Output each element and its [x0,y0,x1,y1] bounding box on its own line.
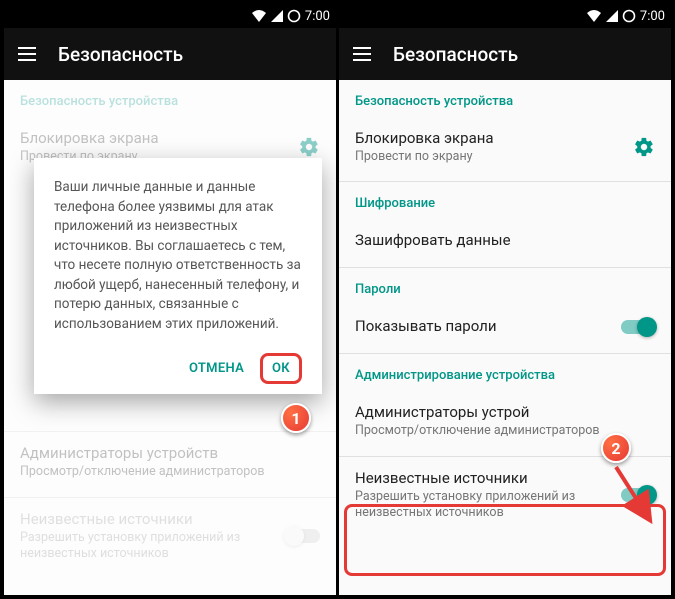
status-bar: 7:00 [339,4,671,28]
gear-icon[interactable] [633,136,655,158]
status-icons [251,9,301,23]
dialog-message: Ваши личные данные и данные телефона бол… [54,178,302,335]
show-passwords-toggle[interactable] [621,320,655,334]
left-phone-screen: 7:00 Безопасность Безопасность устройств… [4,4,336,595]
dialog-actions: ОТМЕНА ОК [54,353,302,384]
page-title: Безопасность [393,43,518,66]
status-icons [586,9,636,23]
menu-icon[interactable] [18,47,36,61]
step-badge-1: 1 [281,403,311,433]
screen-lock-sub: Провести по экрану [355,149,655,165]
section-device-security: Безопасность устройства [339,80,671,117]
section-passwords: Пароли [339,268,671,305]
encrypt-title: Зашифровать данные [355,231,655,251]
device-admins-title: Администраторы устрой [355,403,655,423]
page-title: Безопасность [58,43,183,66]
status-time: 7:00 [640,9,665,24]
app-bar: Безопасность [339,28,671,80]
section-encryption: Шифрование [339,182,671,219]
screen-lock-title: Блокировка экрана [355,129,655,149]
signal-icon [270,9,284,23]
wifi-icon [251,9,267,23]
app-bar: Безопасность [4,28,336,80]
confirmation-dialog: Ваши личные данные и данные телефона бол… [34,158,322,394]
status-bar: 7:00 [4,4,336,28]
item-screen-lock[interactable]: Блокировка экрана Провести по экрану [339,117,671,177]
ok-button[interactable]: ОК [260,353,302,384]
section-device-admin: Администрирование устройства [339,354,671,391]
right-phone-screen: 7:00 Безопасность Безопасность устройств… [339,4,671,595]
show-passwords-title: Показывать пароли [355,317,655,337]
cancel-button[interactable]: ОТМЕНА [179,353,254,384]
item-encrypt[interactable]: Зашифровать данные [339,219,671,263]
battery-icon [287,9,301,23]
battery-icon [622,9,636,23]
status-time: 7:00 [305,9,330,24]
wifi-icon [586,9,602,23]
signal-icon [605,9,619,23]
menu-icon[interactable] [353,47,371,61]
arrow-icon [608,459,658,529]
item-show-passwords[interactable]: Показывать пароли [339,305,671,349]
